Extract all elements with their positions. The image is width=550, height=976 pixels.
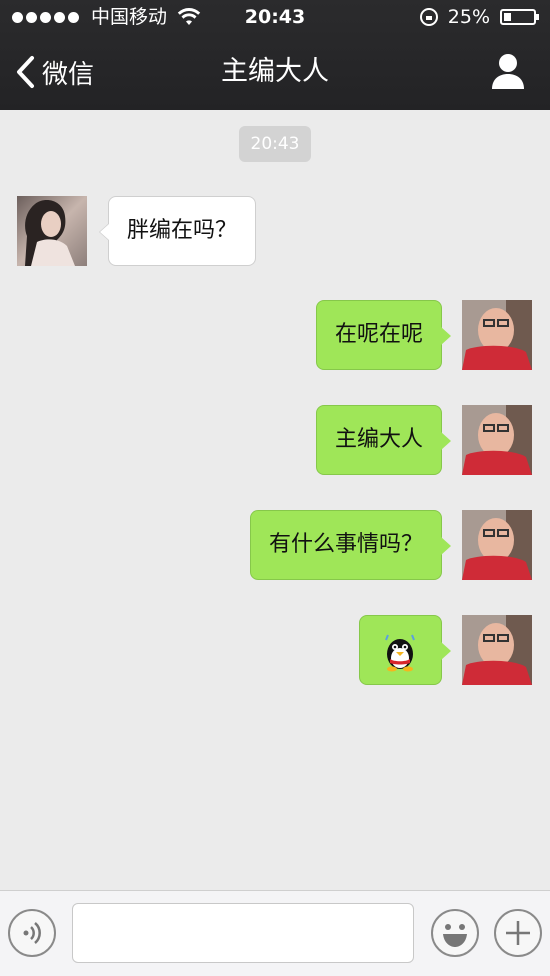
status-right: 25%	[419, 0, 539, 34]
top-bar: 中国移动 20:43 25% 微信 主编大人	[0, 0, 550, 110]
self-photo	[462, 300, 532, 370]
message-text: 胖编在吗？	[127, 218, 238, 243]
smiley-icon	[443, 924, 467, 947]
message-timestamp: 20:43	[239, 126, 311, 162]
status-bar: 中国移动 20:43 25%	[0, 0, 550, 34]
qq-penguin-icon	[385, 634, 415, 672]
voice-toggle-button[interactable]	[8, 909, 56, 957]
battery-percent: 25%	[447, 6, 490, 28]
battery-icon	[500, 9, 539, 25]
self-photo	[462, 510, 532, 580]
message-text: 主编大人	[334, 427, 423, 452]
chat-area[interactable]: 20:43 胖编在吗？ 在呢在呢 主编大人 有什么事情吗？	[0, 110, 550, 890]
message-text: 在呢在呢	[334, 322, 423, 347]
message-bubble-incoming[interactable]: 胖编在吗？	[98, 196, 257, 266]
more-options-button[interactable]	[494, 909, 542, 957]
avatar-self[interactable]	[462, 615, 532, 685]
input-bar	[0, 890, 550, 976]
rotation-lock-icon	[419, 8, 438, 26]
message-text: 有什么事情吗？	[268, 532, 423, 557]
message-input[interactable]	[72, 903, 414, 963]
message-bubble-outgoing[interactable]: 主编大人	[315, 405, 452, 475]
contact-photo	[17, 196, 87, 266]
message-bubble-outgoing[interactable]	[359, 615, 451, 685]
self-photo	[462, 405, 532, 475]
self-photo	[462, 615, 532, 685]
emoji-button[interactable]	[431, 909, 479, 957]
page-title: 主编大人	[221, 56, 329, 87]
message-bubble-outgoing[interactable]: 有什么事情吗？	[249, 510, 452, 580]
plus-icon	[506, 921, 530, 945]
avatar-self[interactable]	[462, 300, 532, 370]
contact-profile-icon[interactable]	[490, 52, 526, 90]
avatar-contact[interactable]	[17, 196, 87, 266]
navigation-bar: 微信 主编大人	[0, 34, 550, 110]
avatar-self[interactable]	[462, 405, 532, 475]
battery-level-fill	[504, 13, 511, 21]
avatar-self[interactable]	[462, 510, 532, 580]
voice-icon	[23, 922, 41, 944]
message-bubble-outgoing[interactable]: 在呢在呢	[315, 300, 452, 370]
